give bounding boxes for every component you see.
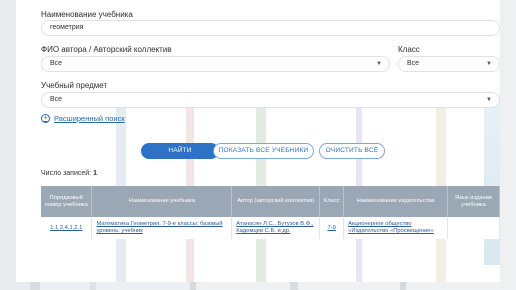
col-header-author[interactable]: Автор (авторский коллектив) [231, 186, 321, 217]
decorative-edge [484, 95, 500, 265]
class-link[interactable]: 7-9 [327, 225, 335, 231]
col-header-name[interactable]: Наименование учебника [91, 186, 233, 217]
advanced-search-label: Расширенный поиск [54, 114, 125, 123]
subject-select[interactable]: Все ▼ [41, 92, 500, 108]
cell-author[interactable]: Атанасян Л.С., Бутузов В.Ф., Кадомцев С.… [231, 217, 321, 239]
number-link[interactable]: 1.1.2.4.1.2.1 [50, 225, 82, 231]
col-header-publisher[interactable]: Наименование издательства [343, 186, 448, 217]
search-panel: Наименование учебника геометрия ФИО авто… [16, 0, 500, 282]
name-link[interactable]: Математика.Геометрия. 7-9-е классы: базо… [96, 221, 222, 234]
table-row: 1.1.2.4.1.2.1 Математика.Геометрия. 7-9-… [41, 217, 500, 239]
record-count: Число записей: 1 [41, 170, 97, 177]
cell-name[interactable]: Математика.Геометрия. 7-9-е классы: базо… [91, 217, 233, 239]
record-count-value: 1 [93, 170, 97, 177]
chevron-down-icon: ▼ [486, 97, 492, 103]
clear-all-button[interactable]: ОЧИСТИТЬ ВСЁ [319, 143, 385, 159]
record-count-label: Число записей: [41, 170, 92, 177]
class-select[interactable]: Все ▼ [398, 56, 500, 72]
plus-icon: + [41, 114, 50, 123]
col-header-language[interactable]: Язык издания учебника [447, 186, 500, 217]
show-all-button[interactable]: ПОКАЗАТЬ ВСЕ УЧЕБНИКИ [213, 143, 314, 159]
subject-select-value: Все [50, 96, 63, 103]
chevron-down-icon: ▼ [486, 61, 492, 67]
cell-publisher[interactable]: Акционерное общество «Издательство «Прос… [343, 217, 448, 239]
find-button[interactable]: НАЙТИ [141, 143, 219, 159]
cell-language [447, 217, 500, 239]
table-header-row: Порядковый номер учебника Наименование у… [41, 186, 500, 217]
publisher-link[interactable]: Акционерное общество «Издательство «Прос… [348, 221, 434, 234]
cell-number[interactable]: 1.1.2.4.1.2.1 [41, 217, 93, 239]
chevron-down-icon: ▼ [376, 61, 382, 67]
title-label: Наименование учебника [41, 10, 133, 19]
author-label: ФИО автора / Авторский коллектив [41, 45, 172, 54]
cell-class[interactable]: 7-9 [319, 217, 345, 239]
results-table: Порядковый номер учебника Наименование у… [41, 186, 500, 239]
author-select[interactable]: Все ▼ [41, 56, 390, 72]
class-select-value: Все [407, 60, 420, 67]
col-header-number[interactable]: Порядковый номер учебника [41, 186, 93, 217]
col-header-class[interactable]: Класс [319, 186, 345, 217]
author-link[interactable]: Атанасян Л.С., Бутузов В.Ф., Кадомцев С.… [236, 221, 313, 234]
advanced-search-link[interactable]: + Расширенный поиск [41, 114, 125, 123]
class-label: Класс [398, 45, 420, 54]
title-input[interactable]: геометрия [41, 20, 500, 36]
author-select-value: Все [50, 60, 63, 67]
subject-label: Учебный предмет [41, 81, 108, 90]
